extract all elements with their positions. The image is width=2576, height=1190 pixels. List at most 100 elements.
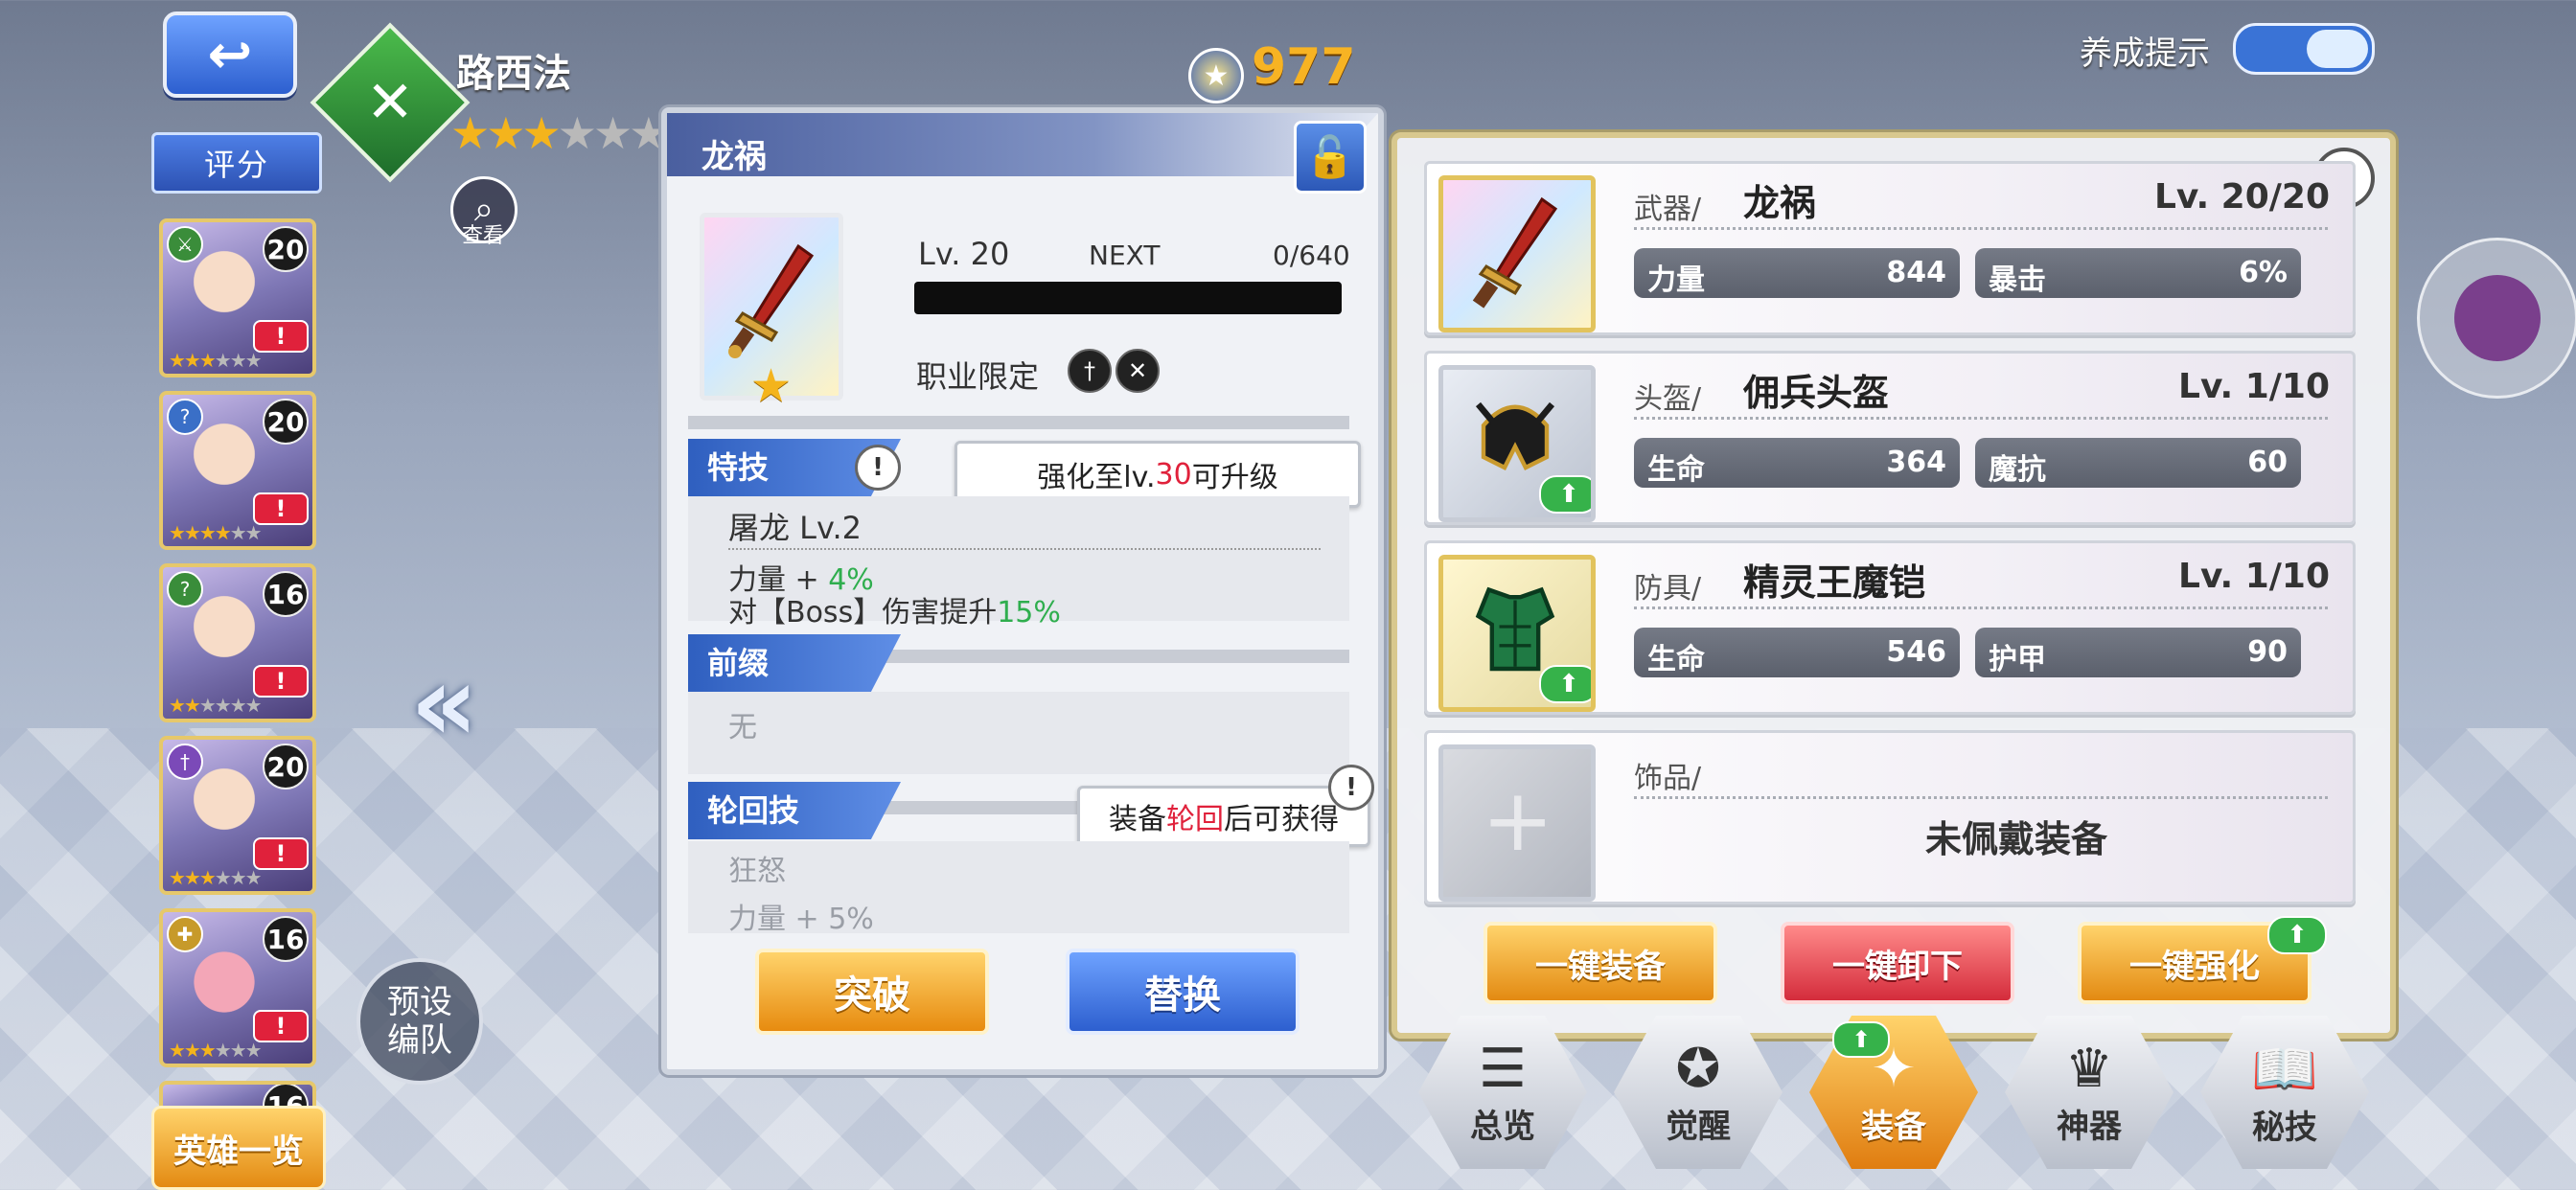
view-label: 查看 [462,224,505,248]
slot-level: Lv. 1/10 [2178,557,2330,596]
assistant-mascot-icon[interactable] [2417,238,2576,399]
divider [1634,227,2328,230]
stat-label: 生命 [1647,453,1705,487]
slot-category: 饰品/ [1634,762,1702,795]
equipment-slot-weapon[interactable]: 武器/ 龙祸 Lv. 20/20 力量 844 暴击 6% [1424,161,2356,335]
sword-icon [1472,196,1558,309]
breakthrough-button[interactable]: 突破 [755,949,989,1035]
upgrade-arrow-icon: ⬆ [1832,1021,1890,1058]
info-icon[interactable]: ! [1328,765,1374,811]
toggle-knob [2307,30,2368,68]
stat-pill: 暴击 6% [1975,248,2301,298]
slot-item-name: 龙祸 [1743,182,1817,224]
weapon-level: Lv. 20 [918,236,1010,272]
upgrade-arrow-icon: ⬆ [1539,475,1591,514]
hero-stars: ★★★★★★ [169,1039,263,1062]
tooltip-level: 30 [1155,457,1192,492]
class-icon: ⚔ [167,226,203,263]
stat-pill: 力量 844 [1634,248,1960,298]
hero-name: 路西法 [456,52,571,96]
weapon-slot-icon [1438,175,1596,332]
reincarnation-skill-name: 狂怒 [728,855,786,888]
mascot-body [2454,275,2541,361]
stat-label: 魔抗 [1989,453,2046,487]
hero-level: 20 [263,226,309,272]
slot-category: 防具/ [1634,572,1702,606]
reincarnation-tooltip: 装备 轮回 后可获得 [1077,786,1370,847]
stat-value: 546 [1886,635,1946,669]
hero-list-button[interactable]: 英雄一览 [151,1106,326,1190]
class-icon: † [167,744,203,780]
hero-list: ⚔ 20 ! ★★★★★★ ? 20 ! ★★★★★★ ? 16 ! ★★★★★… [150,213,322,1117]
divider [1634,417,2328,420]
stat-label: 生命 [1647,643,1705,676]
sword-icon [728,243,815,358]
equipment-panel: ? 武器/ 龙祸 Lv. 20/20 力量 844 暴击 6% [1392,132,2396,1039]
training-hint-label: 养成提示 [2080,34,2210,73]
prefix-value: 无 [728,711,757,744]
replace-button[interactable]: 替换 [1066,949,1300,1035]
stat-pill: 生命 546 [1634,628,1960,677]
back-button[interactable]: ↩ [163,11,297,98]
divider [688,416,1349,429]
exp-bar [914,282,1342,314]
preset-team-button[interactable]: 预设 编队 [356,958,483,1085]
prev-hero-arrow-icon[interactable]: « [410,642,478,765]
equipment-slot-armor[interactable]: ⬆ 防具/ 精灵王魔铠 Lv. 1/10 生命 546 护甲 90 [1424,540,2356,715]
prefix-tag: 前缀 [688,634,901,692]
exp-text: 0/640 [1273,240,1350,271]
hero-card[interactable]: ⚔ 20 ! ★★★★★★ [159,218,316,378]
awaken-icon: ✪ [1675,1038,1721,1100]
plus-icon: + [1482,770,1554,871]
hero-stars: ★★★★★★ [169,349,263,372]
stat-value: 364 [1886,446,1946,479]
hero-card[interactable]: ? 20 ! ★★★★★★ [159,391,316,550]
power-icon: ★ [1188,48,1244,103]
alert-badge: ! [253,492,309,525]
class-icon: ? [167,399,203,435]
slot-category: 头盔/ [1634,382,1702,416]
hero-card[interactable]: ✚ 16 ! ★★★★★★ [159,908,316,1067]
alert-badge: ! [253,1010,309,1042]
weapon-icon-frame: ★ [700,213,843,413]
divider [1634,606,2328,609]
training-hint-toggle[interactable] [2233,23,2375,75]
artifact-icon: ♛ [2064,1038,2114,1100]
stat-label: 护甲 [1989,643,2046,676]
hero-card[interactable]: † 20 ! ★★★★★★ [159,736,316,895]
lock-icon[interactable]: 🔓 [1294,121,1367,194]
reincarnation-effect: 力量 + 5% [728,903,874,936]
skill-effect-line: 对【Boss】伤害提升15% [728,588,1061,630]
tooltip-text: 后可获得 [1224,803,1339,836]
tab-label: 觉醒 [1666,1108,1731,1146]
slot-level: Lv. 1/10 [2178,367,2330,406]
tooltip-text: 可升级 [1191,461,1278,494]
hero-card[interactable]: ? 16 ! ★★★★★★ [159,563,316,722]
equipment-slot-helmet[interactable]: ⬆ 头盔/ 佣兵头盔 Lv. 1/10 生命 364 魔抗 60 [1424,351,2356,525]
dual-blade-class-icon: ✕ [1116,349,1160,393]
equip-all-button[interactable]: 一键装备 [1484,922,1717,1004]
hero-level: 20 [263,744,309,790]
hero-stars: ★★★★★★ [169,866,263,889]
equipment-slot-accessory[interactable]: + 饰品/ 未佩戴装备 [1424,730,2356,904]
effect-label: 对【Boss】伤害提升 [728,596,998,629]
weapon-title: 龙祸 [702,138,767,176]
effect-value: 15% [997,596,1061,629]
stat-value: 6% [2239,256,2288,289]
slot-category: 武器/ [1634,193,1702,226]
list-icon: ☰ [1478,1038,1528,1100]
info-icon[interactable]: ! [855,445,901,491]
unequip-all-button[interactable]: 一键卸下 [1781,922,2014,1004]
alert-badge: ! [253,837,309,870]
job-limit-label: 职业限定 [916,358,1040,395]
helmet-slot-icon: ⬆ [1438,365,1596,522]
slot-level: Lv. 20/20 [2153,177,2330,217]
stat-value: 844 [1886,256,1946,289]
divider [728,548,1321,550]
sword-class-icon: † [1068,349,1112,393]
power-value: 977 [1252,38,1356,96]
rating-button[interactable]: 评分 [151,132,322,194]
next-label: NEXT [1089,240,1161,271]
upgrade-arrow-icon: ⬆ [2267,916,2327,954]
hero-level: 16 [263,916,309,962]
